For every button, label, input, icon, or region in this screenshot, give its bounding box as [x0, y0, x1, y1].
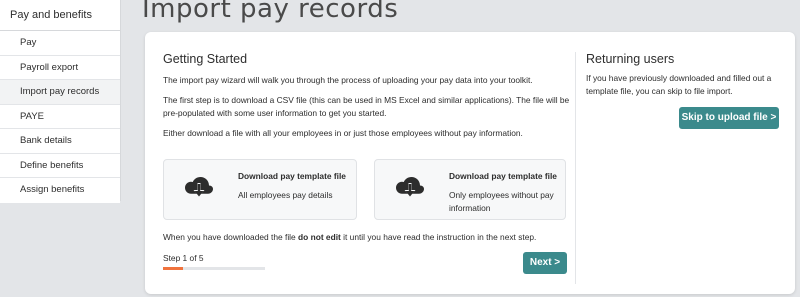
sidebar-item-paye[interactable]: PAYE — [0, 104, 120, 129]
note-text-before: When you have downloaded the file — [163, 232, 299, 242]
column-divider — [575, 52, 576, 284]
step-indicator: Step 1 of 5 — [163, 253, 204, 263]
sidebar-item-define-benefits[interactable]: Define benefits — [0, 153, 120, 178]
first-step-text: The first step is to download a CSV file… — [163, 95, 570, 118]
do-not-edit-note: When you have downloaded the file do not… — [163, 232, 573, 242]
progress-bar — [163, 267, 265, 270]
cloud-download-icon — [185, 177, 213, 197]
download-choice-text: Either download a file with all your emp… — [163, 128, 523, 138]
cloud-download-icon — [396, 177, 424, 197]
download-all-subtitle: All employees pay details — [238, 190, 333, 200]
note-text-bold: do not edit — [298, 232, 341, 242]
sidebar: Pay and benefits Pay Payroll export Impo… — [0, 0, 121, 203]
progress-bar-fill — [163, 267, 184, 270]
skip-to-upload-button[interactable]: Skip to upload file > — [679, 107, 779, 129]
returning-users-title: Returning users — [586, 52, 675, 66]
page-title: Import pay records — [142, 0, 399, 24]
sidebar-item-assign-benefits[interactable]: Assign benefits — [0, 178, 120, 203]
note-text-after: it until you have read the instruction i… — [340, 232, 537, 242]
import-wizard-card: Getting Started The import pay wizard wi… — [145, 32, 795, 294]
sidebar-item-pay[interactable]: Pay — [0, 31, 120, 56]
getting-started-title: Getting Started — [163, 52, 248, 66]
download-without-pay-title: Download pay template file — [449, 171, 557, 181]
download-all-employees-button[interactable]: Download pay template file All employees… — [163, 159, 357, 220]
intro-text: The import pay wizard will walk you thro… — [163, 75, 533, 85]
sidebar-item-import-pay-records[interactable]: Import pay records — [0, 80, 120, 105]
returning-users-panel: Returning users If you have previously d… — [586, 32, 786, 294]
getting-started-panel: Getting Started The import pay wizard wi… — [163, 32, 578, 294]
download-all-title: Download pay template file — [238, 171, 346, 181]
sidebar-header: Pay and benefits — [0, 0, 120, 31]
sidebar-item-bank-details[interactable]: Bank details — [0, 129, 120, 154]
returning-users-text: If you have previously downloaded and fi… — [586, 73, 772, 96]
sidebar-item-payroll-export[interactable]: Payroll export — [0, 55, 120, 80]
next-button[interactable]: Next > — [523, 252, 567, 274]
download-without-pay-button[interactable]: Download pay template file Only employee… — [374, 159, 566, 220]
download-without-pay-subtitle: Only employees without pay information — [449, 190, 554, 213]
